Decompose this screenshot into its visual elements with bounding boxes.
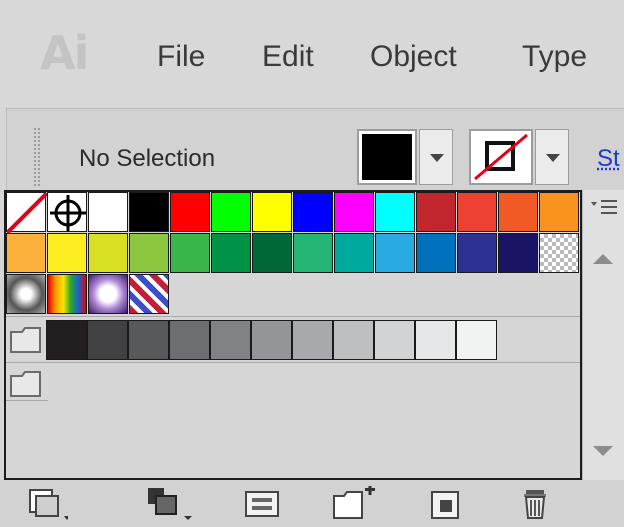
fill-dropdown-button[interactable]	[419, 129, 453, 185]
swatch-color[interactable]	[457, 192, 497, 232]
show-swatch-kinds-icon[interactable]	[146, 486, 192, 522]
swatch-gray[interactable]	[456, 320, 497, 360]
scroll-up-arrow[interactable]	[593, 254, 613, 264]
menu-edit[interactable]: Edit	[262, 40, 314, 74]
swatch-gray[interactable]	[46, 320, 87, 360]
panel-menu-icon[interactable]	[589, 196, 619, 222]
swatch-gray[interactable]	[87, 320, 128, 360]
menu-bar: Ai File Edit Object Type	[0, 0, 624, 107]
grip-handle[interactable]	[33, 127, 41, 187]
swatch-gray[interactable]	[169, 320, 210, 360]
swatch-libraries-icon[interactable]	[28, 486, 70, 522]
swatch-color[interactable]	[375, 192, 415, 232]
control-bar: No Selection St	[6, 108, 624, 190]
swatch-color[interactable]	[539, 233, 579, 273]
swatch-color[interactable]	[170, 192, 210, 232]
folder-icon[interactable]	[8, 364, 44, 404]
swatch-color[interactable]	[6, 233, 46, 273]
swatch-gray[interactable]	[415, 320, 456, 360]
swatch-color[interactable]	[539, 192, 579, 232]
swatch-gray[interactable]	[333, 320, 374, 360]
panel-divider	[6, 362, 580, 363]
bottom-toolbar	[0, 480, 624, 527]
swatch-color[interactable]	[416, 192, 456, 232]
registration-icon	[50, 195, 86, 231]
swatches-panel	[4, 190, 582, 480]
swatch-color[interactable]	[211, 192, 251, 232]
swatch-color[interactable]	[498, 192, 538, 232]
swatch-registration[interactable]	[47, 192, 87, 232]
swatch-color[interactable]	[293, 192, 333, 232]
swatch-color[interactable]	[47, 233, 87, 273]
swatch-color[interactable]	[375, 233, 415, 273]
illustrator-logo: Ai	[40, 26, 89, 80]
swatch-gray[interactable]	[251, 320, 292, 360]
swatch-color[interactable]	[129, 192, 169, 232]
swatch-color[interactable]	[457, 233, 497, 273]
stroke-none-icon	[474, 133, 528, 181]
swatch-purple-gradient[interactable]	[88, 274, 128, 314]
stroke-link[interactable]: St	[597, 145, 620, 173]
menu-object[interactable]: Object	[370, 40, 457, 74]
delete-swatch-icon[interactable]	[518, 486, 558, 522]
new-color-group-icon[interactable]	[332, 485, 375, 522]
swatch-gray[interactable]	[210, 320, 251, 360]
swatch-color[interactable]	[211, 233, 251, 273]
swatch-color[interactable]	[498, 233, 538, 273]
swatch-pattern[interactable]	[129, 274, 169, 314]
panel-divider	[6, 316, 580, 317]
swatch-gray[interactable]	[128, 320, 169, 360]
scroll-column	[582, 190, 624, 480]
swatch-color[interactable]	[88, 192, 128, 232]
stroke-dropdown-button[interactable]	[535, 129, 569, 185]
swatch-gray[interactable]	[292, 320, 333, 360]
swatch-color[interactable]	[129, 233, 169, 273]
folder-icon[interactable]	[8, 320, 44, 360]
swatch-gray[interactable]	[374, 320, 415, 360]
swatch-options-icon[interactable]	[244, 486, 284, 522]
swatch-color[interactable]	[293, 233, 333, 273]
swatch-color[interactable]	[252, 192, 292, 232]
menu-file[interactable]: File	[157, 40, 205, 74]
new-swatch-icon[interactable]	[428, 486, 468, 522]
panel-divider	[6, 400, 48, 401]
stroke-color-swatch[interactable]	[469, 129, 533, 185]
swatch-color[interactable]	[252, 233, 292, 273]
swatch-color[interactable]	[416, 233, 456, 273]
swatch-none[interactable]	[6, 192, 49, 235]
selection-status: No Selection	[79, 145, 216, 172]
menu-type[interactable]: Type	[522, 40, 587, 74]
swatch-radial-gradient[interactable]	[6, 274, 46, 314]
swatch-color[interactable]	[334, 192, 374, 232]
none-icon	[6, 192, 49, 235]
swatch-color[interactable]	[88, 233, 128, 273]
swatch-color[interactable]	[334, 233, 374, 273]
swatch-color[interactable]	[170, 233, 210, 273]
fill-color-swatch[interactable]	[357, 129, 417, 185]
swatch-rainbow-gradient[interactable]	[47, 274, 87, 314]
scroll-down-arrow[interactable]	[593, 446, 613, 456]
